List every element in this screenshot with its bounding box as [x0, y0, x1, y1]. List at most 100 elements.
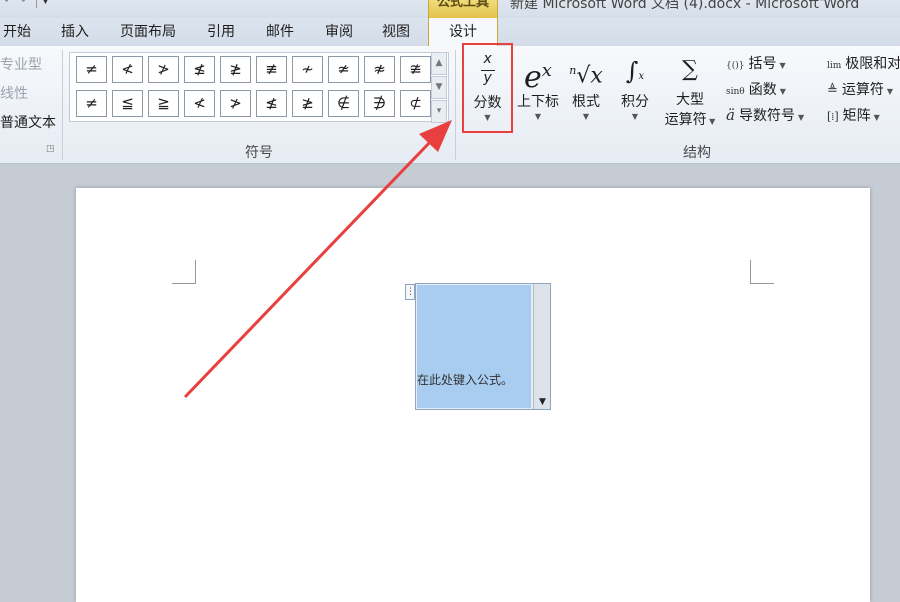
symbol-button[interactable]: ≠	[76, 90, 107, 117]
script-icon: ex	[524, 60, 552, 95]
equation-content[interactable]: 在此处键入公式。	[417, 285, 531, 408]
function-label: 函数	[748, 82, 777, 98]
gallery-more-icon[interactable]: ▾	[431, 100, 447, 123]
symbol-button[interactable]: ≄	[328, 56, 359, 83]
large-operator-icon: ∑	[682, 57, 698, 82]
symbol-button[interactable]: ≠	[76, 56, 107, 83]
window-title: 新建 Microsoft Word 文档 (4).docx - Microsof…	[510, 0, 860, 12]
chevron-down-icon: ▼	[779, 61, 786, 70]
symbol-button[interactable]: ≱	[220, 56, 251, 83]
chevron-down-icon: ▼	[539, 397, 546, 407]
function-icon: sinθ	[726, 87, 745, 97]
title-bar: ↶ ↷ ▼ 公式工具 新建 Microsoft Word 文档 (4).docx…	[0, 0, 900, 18]
limit-icon: lim	[827, 61, 842, 71]
limit-log-button[interactable]: lim极限和对数	[827, 53, 900, 73]
gallery-scroll-down-icon[interactable]: ▼	[431, 76, 447, 99]
chevron-down-icon: ▼	[873, 113, 880, 122]
symbol-button[interactable]: ≧	[148, 90, 179, 117]
tab-insert[interactable]: 插入	[58, 22, 92, 46]
ribbon-tabs: 开始 插入 页面布局 引用 邮件 审阅 视图 设计	[0, 18, 900, 47]
operator-button[interactable]: ≜ 运算符 ▼	[827, 79, 893, 99]
symbol-button[interactable]: ≯	[220, 90, 251, 117]
accent-icon: ä	[726, 106, 735, 124]
chevron-down-icon: ▼	[631, 112, 639, 121]
operator-label: 运算符	[841, 82, 884, 98]
undo-icon[interactable]: ↶ ↷	[4, 0, 26, 7]
group-separator	[62, 50, 63, 160]
integral-icon: ∫x	[625, 57, 645, 85]
fraction-icon: x y	[478, 51, 498, 93]
symbols-group-label: 符号	[245, 145, 273, 161]
matrix-label: 矩阵	[842, 108, 871, 124]
limit-log-label: 极限和对数	[845, 56, 900, 72]
script-button[interactable]: ex 上下标 ▼	[514, 46, 562, 122]
operator-icon: ≜	[827, 83, 838, 98]
symbol-button[interactable]: ≢	[256, 56, 287, 83]
radical-button[interactable]: n√x 根式 ▼	[566, 46, 606, 122]
equation-placeholder[interactable]: 在此处键入公式。	[417, 371, 513, 388]
radical-label: 根式	[572, 94, 600, 110]
equation-move-handle[interactable]: ⋮	[405, 284, 415, 300]
crop-mark	[750, 260, 774, 284]
crop-mark	[172, 260, 196, 284]
integral-button[interactable]: ∫x 积分 ▼	[615, 46, 655, 122]
qat-separator	[36, 0, 37, 8]
accent-label: 导数符号	[738, 108, 795, 124]
bracket-icon: {()}	[726, 61, 745, 71]
tab-page-layout[interactable]: 页面布局	[117, 22, 179, 46]
symbol-button[interactable]: ≁	[292, 56, 323, 83]
tab-home[interactable]: 开始	[0, 22, 34, 46]
integral-label: 积分	[621, 94, 649, 110]
structures-group-label: 结构	[683, 145, 711, 161]
symbol-button[interactable]: ≯	[148, 56, 179, 83]
bracket-label: 括号	[748, 56, 777, 72]
chevron-down-icon: ▼	[797, 113, 805, 122]
symbol-button[interactable]: ≉	[364, 56, 395, 83]
symbol-gallery: ≠ ≮ ≯ ≰ ≱ ≢ ≁ ≄ ≉ ≇ ≠ ≦ ≧ ≮ ≯ ≰ ≱ ∉ ∌ ⊄	[69, 52, 449, 122]
chevron-down-icon: ▼	[534, 112, 542, 121]
gallery-scroll-up-icon[interactable]: ▲	[431, 52, 447, 75]
symbol-button[interactable]: ≦	[112, 90, 143, 117]
radical-icon: n√x	[569, 63, 603, 89]
large-operator-label-1: 大型	[676, 92, 704, 108]
symbol-button[interactable]: ≱	[292, 90, 323, 117]
tools-group: 专业型 线性 普通文本	[0, 54, 56, 141]
symbol-button[interactable]: ∌	[364, 90, 395, 117]
ribbon: 专业型 线性 普通文本 ◳ ≠ ≮ ≯ ≰ ≱ ≢ ≁ ≄ ≉ ≇ ≠ ≦ ≧ …	[0, 43, 900, 164]
large-operator-button[interactable]: ∑ 大型 运算符 ▼	[660, 46, 720, 132]
tab-view[interactable]: 视图	[379, 22, 413, 46]
dialog-launcher-icon[interactable]: ◳	[46, 144, 56, 154]
bracket-button[interactable]: {()} 括号 ▼	[726, 53, 786, 73]
symbol-button[interactable]: ⊄	[400, 90, 431, 117]
tab-references[interactable]: 引用	[204, 22, 238, 46]
symbol-button[interactable]: ∉	[328, 90, 359, 117]
symbol-button[interactable]: ≰	[184, 56, 215, 83]
tab-mailings[interactable]: 邮件	[263, 22, 297, 46]
tab-review[interactable]: 审阅	[322, 22, 356, 46]
equation-tools-title: 公式工具	[428, 0, 498, 18]
linear-option[interactable]: 线性	[0, 83, 56, 112]
symbol-button[interactable]: ≮	[184, 90, 215, 117]
qat-dropdown-icon[interactable]: ▼	[42, 0, 49, 6]
accent-button[interactable]: ä 导数符号 ▼	[726, 105, 804, 125]
professional-option[interactable]: 专业型	[0, 54, 56, 83]
chevron-down-icon: ▼	[886, 87, 894, 96]
equation-box[interactable]: ⋮ 在此处键入公式。 ▼	[405, 283, 551, 410]
normal-text-option[interactable]: 普通文本	[0, 112, 56, 141]
matrix-icon: [⁞]	[827, 110, 839, 123]
large-operator-label-2: 运算符	[664, 112, 707, 128]
matrix-button[interactable]: [⁞] 矩阵 ▼	[827, 105, 880, 125]
chevron-down-icon: ▼	[582, 112, 590, 121]
symbol-button[interactable]: ≰	[256, 90, 287, 117]
group-separator	[455, 50, 456, 160]
fraction-button[interactable]: x y 分数 ▼	[462, 43, 513, 133]
chevron-down-icon: ▼	[779, 87, 786, 96]
document-page[interactable]: ⋮ 在此处键入公式。 ▼	[76, 188, 870, 602]
symbol-button[interactable]: ≮	[112, 56, 143, 83]
symbol-button[interactable]: ≇	[400, 56, 431, 83]
equation-options-button[interactable]: ▼	[533, 284, 550, 409]
fraction-label: 分数	[473, 95, 502, 111]
minimize-icon[interactable]: ─	[820, 0, 834, 6]
function-button[interactable]: sinθ 函数 ▼	[726, 79, 786, 99]
script-label: 上下标	[517, 94, 559, 110]
